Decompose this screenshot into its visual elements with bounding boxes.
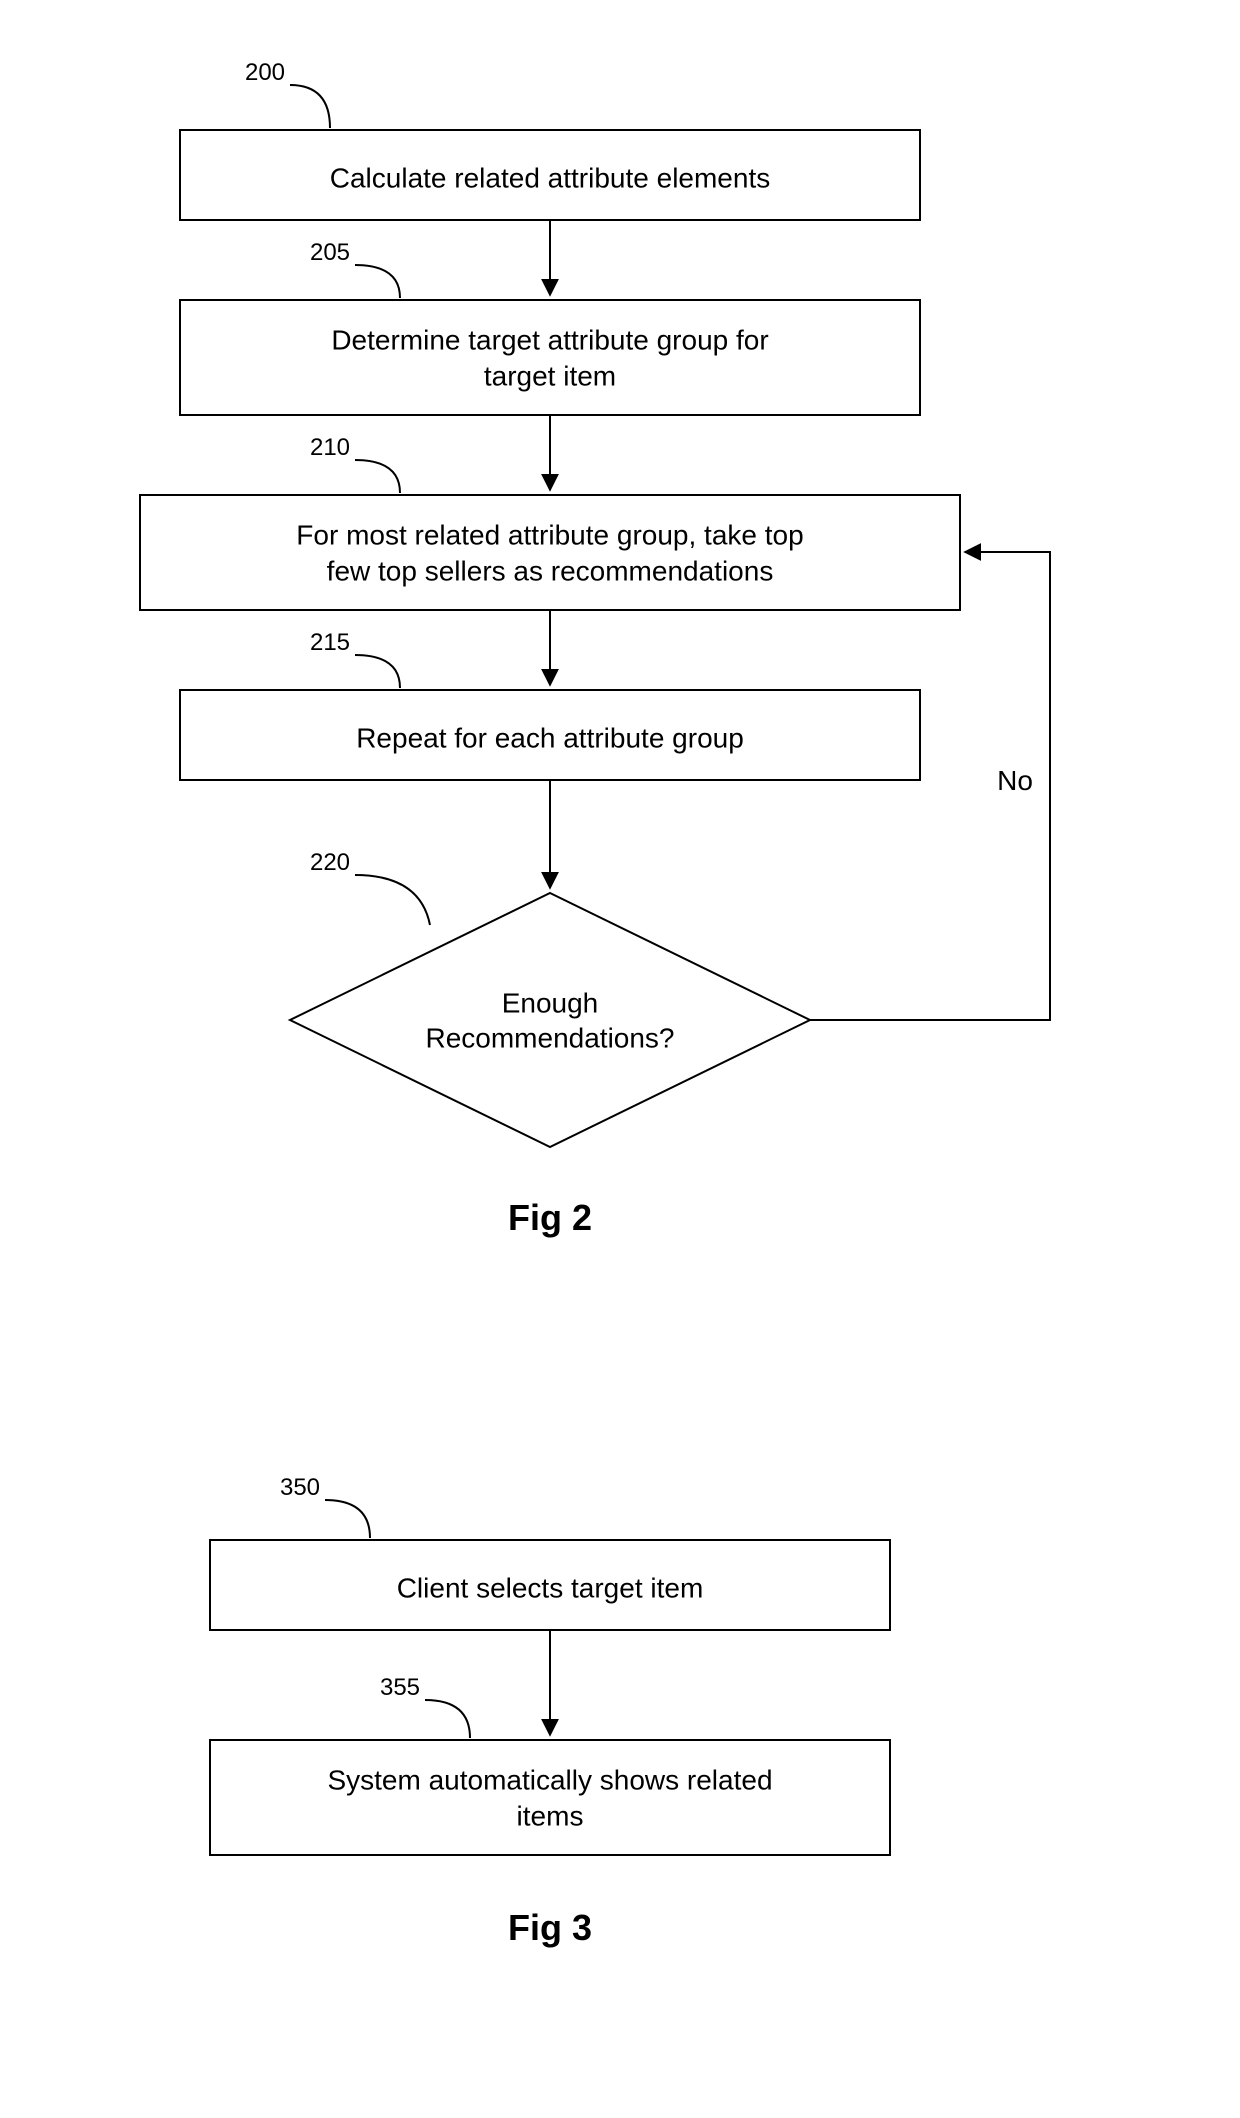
fig3-caption: Fig 3 (508, 1907, 592, 1948)
diamond-220-text-l1: Enough (502, 987, 599, 1018)
box-205-text-l1: Determine target attribute group for (331, 324, 768, 355)
edge-no-label: No (997, 765, 1033, 796)
label-200: 200 (245, 59, 330, 128)
label-355: 355 (380, 1674, 470, 1738)
box-205: Determine target attribute group for tar… (180, 300, 920, 415)
box-200: Calculate related attribute elements (180, 130, 920, 220)
label-205: 205 (310, 239, 400, 298)
box-205-text-l2: target item (484, 360, 616, 391)
svg-text:355: 355 (380, 1674, 420, 1701)
arrow-220-no: No (810, 552, 1050, 1020)
diagram-canvas: Calculate related attribute elements 200… (0, 0, 1240, 2118)
label-220: 220 (310, 849, 430, 925)
label-215: 215 (310, 629, 400, 688)
box-350-text: Client selects target item (397, 1572, 704, 1603)
box-215-text: Repeat for each attribute group (356, 722, 744, 753)
svg-text:205: 205 (310, 239, 350, 266)
box-215: Repeat for each attribute group (180, 690, 920, 780)
svg-text:200: 200 (245, 59, 285, 86)
box-200-text: Calculate related attribute elements (330, 162, 770, 193)
diamond-220-text-l2: Recommendations? (425, 1022, 674, 1053)
svg-text:350: 350 (280, 1474, 320, 1501)
box-210-text-l2: few top sellers as recommendations (327, 555, 774, 586)
box-355-text-l1: System automatically shows related (327, 1764, 772, 1795)
fig2-caption: Fig 2 (508, 1197, 592, 1238)
svg-text:220: 220 (310, 849, 350, 876)
box-355-text-l2: items (517, 1800, 584, 1831)
label-210: 210 (310, 434, 400, 493)
svg-text:210: 210 (310, 434, 350, 461)
diamond-220: Enough Recommendations? (290, 893, 810, 1147)
box-350: Client selects target item (210, 1540, 890, 1630)
box-210: For most related attribute group, take t… (140, 495, 960, 610)
label-350: 350 (280, 1474, 370, 1538)
box-355: System automatically shows related items (210, 1740, 890, 1855)
svg-text:215: 215 (310, 629, 350, 656)
box-210-text-l1: For most related attribute group, take t… (296, 519, 803, 550)
